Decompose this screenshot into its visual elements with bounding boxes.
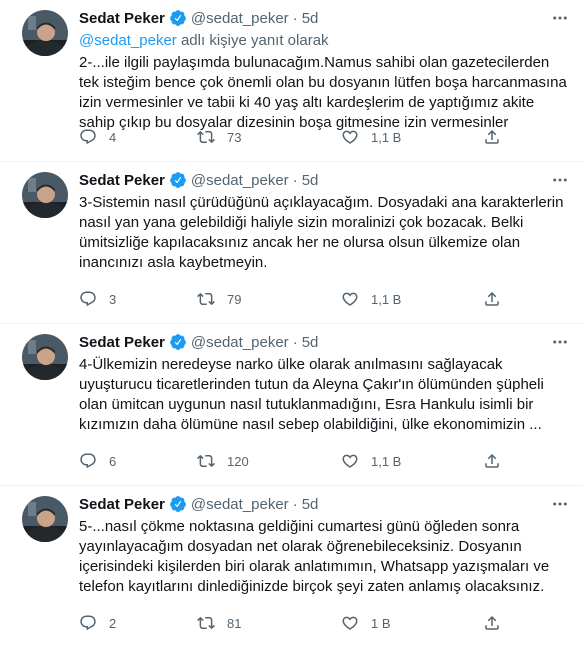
tweet[interactable]: Sedat Peker @sedat_peker · 5d 4-Ülkemizi… <box>0 324 583 486</box>
avatar[interactable] <box>22 172 68 218</box>
reply-icon <box>79 452 97 470</box>
timestamp[interactable]: 5d <box>302 10 319 27</box>
like-icon <box>341 452 359 470</box>
tweet-actions: 3 79 1,1 B <box>79 290 509 310</box>
tweet-actions: 2 81 1 B <box>79 614 509 634</box>
tweet-actions: 4 73 1,1 B <box>79 128 509 148</box>
like-count: 1,1 B <box>371 129 402 145</box>
like-count: 1 B <box>371 615 391 631</box>
reply-button[interactable]: 3 <box>79 290 116 308</box>
tweet-header: Sedat Peker @sedat_peker · 5d <box>79 169 571 191</box>
separator-dot: · <box>292 171 298 189</box>
share-icon <box>483 290 501 308</box>
like-icon <box>341 614 359 632</box>
reply-count: 2 <box>109 615 117 631</box>
share-icon <box>483 614 501 632</box>
like-icon <box>341 128 359 146</box>
more-icon[interactable] <box>549 331 571 353</box>
more-icon[interactable] <box>549 7 571 29</box>
retweet-count: 120 <box>227 453 249 469</box>
avatar[interactable] <box>22 10 68 56</box>
reply-count: 6 <box>109 453 117 469</box>
reply-count: 3 <box>109 291 117 307</box>
retweet-icon <box>197 452 215 470</box>
retweet-icon <box>197 614 215 632</box>
retweet-button[interactable]: 120 <box>197 452 249 470</box>
replying-to-link[interactable]: @sedat_peker <box>79 32 177 49</box>
more-icon[interactable] <box>549 493 571 515</box>
username[interactable]: @sedat_peker <box>191 496 289 513</box>
display-name[interactable]: Sedat Peker <box>79 496 165 513</box>
retweet-count: 81 <box>227 615 242 631</box>
reply-button[interactable]: 4 <box>79 128 116 146</box>
reply-icon <box>79 128 97 146</box>
retweet-button[interactable]: 79 <box>197 290 241 308</box>
reply-count: 4 <box>109 129 117 145</box>
share-button[interactable] <box>483 614 501 632</box>
share-button[interactable] <box>483 128 501 146</box>
reply-button[interactable]: 2 <box>79 614 116 632</box>
like-count: 1,1 B <box>371 291 402 307</box>
verified-badge-icon <box>169 171 187 189</box>
retweet-icon <box>197 290 215 308</box>
retweet-count: 73 <box>227 129 242 145</box>
share-button[interactable] <box>483 452 501 470</box>
verified-badge-icon <box>169 333 187 351</box>
tweet-text: 2-...ile ilgili paylaşımda bulunacağım.N… <box>79 54 567 131</box>
like-count: 1,1 B <box>371 453 402 469</box>
avatar[interactable] <box>22 334 68 380</box>
username[interactable]: @sedat_peker <box>191 172 289 189</box>
retweet-button[interactable]: 81 <box>197 614 241 632</box>
timestamp[interactable]: 5d <box>302 334 319 351</box>
tweet[interactable]: Sedat Peker @sedat_peker · 5d 5-...nasıl… <box>0 486 583 648</box>
tweet-header: Sedat Peker @sedat_peker · 5d <box>79 7 571 29</box>
tweet[interactable]: Sedat Peker @sedat_peker · 5d 3-Sistemin… <box>0 162 583 324</box>
tweet-header: Sedat Peker @sedat_peker · 5d <box>79 493 571 515</box>
like-icon <box>341 290 359 308</box>
more-icon[interactable] <box>549 169 571 191</box>
tweet-actions: 6 120 1,1 B <box>79 452 509 472</box>
share-icon <box>483 128 501 146</box>
display-name[interactable]: Sedat Peker <box>79 334 165 351</box>
verified-badge-icon <box>169 9 187 27</box>
separator-dot: · <box>292 495 298 513</box>
retweet-icon <box>197 128 215 146</box>
replying-to-text: adlı kişiye yanıt olarak <box>176 32 329 49</box>
tweet[interactable]: Sedat Peker @sedat_peker · 5d @sedat_pek… <box>0 0 583 162</box>
share-icon <box>483 452 501 470</box>
avatar[interactable] <box>22 496 68 542</box>
retweet-count: 79 <box>227 291 242 307</box>
display-name[interactable]: Sedat Peker <box>79 10 165 27</box>
display-name[interactable]: Sedat Peker <box>79 172 165 189</box>
timestamp[interactable]: 5d <box>302 496 319 513</box>
separator-dot: · <box>292 9 298 27</box>
tweet-thread: Sedat Peker @sedat_peker · 5d @sedat_pek… <box>0 0 583 648</box>
tweet-text: 4-Ülkemizin neredeyse narko ülke olarak … <box>79 356 544 433</box>
like-button[interactable]: 1 B <box>341 614 391 632</box>
verified-badge-icon <box>169 495 187 513</box>
reply-icon <box>79 614 97 632</box>
retweet-button[interactable]: 73 <box>197 128 241 146</box>
tweet-text: 5-...nasıl çökme noktasına geldiğini cum… <box>79 518 550 595</box>
username[interactable]: @sedat_peker <box>191 10 289 27</box>
reply-icon <box>79 290 97 308</box>
replying-to: @sedat_peker adlı kişiye yanıt olarak <box>79 31 571 51</box>
timestamp[interactable]: 5d <box>302 172 319 189</box>
separator-dot: · <box>292 333 298 351</box>
like-button[interactable]: 1,1 B <box>341 452 401 470</box>
like-button[interactable]: 1,1 B <box>341 290 401 308</box>
like-button[interactable]: 1,1 B <box>341 128 401 146</box>
tweet-text: 3-Sistemin nasıl çürüdüğünü açıklayacağı… <box>79 194 564 271</box>
tweet-header: Sedat Peker @sedat_peker · 5d <box>79 331 571 353</box>
reply-button[interactable]: 6 <box>79 452 116 470</box>
share-button[interactable] <box>483 290 501 308</box>
username[interactable]: @sedat_peker <box>191 334 289 351</box>
